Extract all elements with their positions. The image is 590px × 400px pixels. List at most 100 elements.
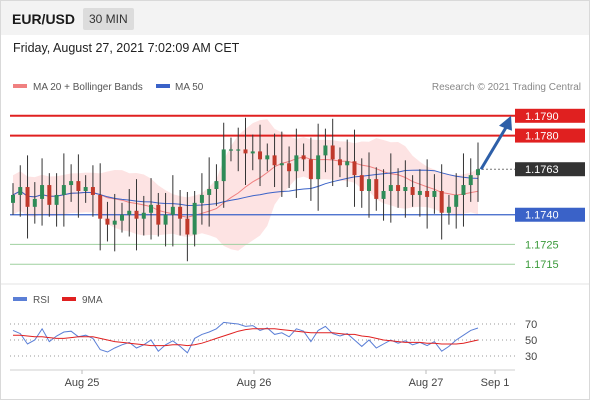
x-tick-label: Aug 27 — [409, 377, 444, 389]
candle-body — [192, 202, 197, 235]
candle-body — [32, 198, 37, 207]
candle-body — [301, 155, 306, 160]
candle — [170, 175, 175, 247]
candle-body — [446, 206, 451, 213]
candle-body — [374, 179, 379, 199]
candle-body — [236, 149, 241, 151]
candle-body — [11, 194, 15, 203]
candle-body — [323, 145, 328, 156]
candle-body — [83, 187, 88, 191]
level-label-1-1780: 1.1780 — [525, 131, 559, 143]
candle-body — [410, 187, 415, 195]
candle — [316, 123, 321, 211]
current-price-label: 1.1763 — [525, 164, 559, 176]
candle-body — [156, 204, 161, 225]
candle-body — [316, 155, 321, 180]
ma20-legend-label: MA 20 + Bollinger Bands — [33, 82, 143, 93]
rsi-line — [12, 321, 479, 354]
candle-body — [403, 187, 408, 191]
candle — [40, 158, 45, 226]
candle — [352, 129, 357, 207]
candle-body — [207, 189, 212, 195]
candle-body — [279, 163, 284, 166]
candle-body — [221, 149, 226, 182]
level-label-1-1715: 1.1715 — [525, 259, 559, 271]
rsi-legend-swatch — [13, 297, 27, 301]
candle-body — [69, 181, 74, 186]
candle-body — [47, 185, 52, 205]
rsi-tick-50: 50 — [525, 335, 537, 347]
candle-body — [294, 155, 299, 172]
x-tick-label: Sep 1 — [481, 377, 510, 389]
candle-body — [439, 190, 444, 213]
x-tick-label: Aug 25 — [65, 377, 100, 389]
candle-body — [468, 175, 473, 186]
rsi-panel: 30 50 70 — [10, 319, 537, 363]
level-label-1-1740: 1.1740 — [525, 210, 559, 222]
ma20-legend-swatch — [13, 84, 27, 88]
candle-body — [330, 145, 335, 160]
rsi-tick-30: 30 — [525, 351, 537, 363]
candle-body — [243, 149, 248, 154]
level-label-1-1725: 1.1725 — [525, 239, 559, 251]
candle-body — [345, 161, 350, 166]
candle-body — [228, 149, 233, 151]
rsi-legend-label: RSI — [33, 295, 50, 306]
candle-body — [185, 218, 190, 235]
candle-body — [149, 204, 154, 213]
level-label-1-1790: 1.1790 — [525, 111, 559, 123]
ma50-legend-swatch — [156, 84, 170, 88]
candle-body — [170, 206, 175, 215]
candle-body — [214, 181, 219, 190]
candle — [461, 153, 466, 227]
x-tick-label: Aug 26 — [237, 377, 272, 389]
candle-body — [337, 159, 342, 166]
ma50-legend-label: MA 50 — [175, 82, 204, 93]
candle-body — [265, 155, 270, 160]
forecast-arrow — [479, 115, 512, 170]
candle-body — [287, 163, 292, 172]
candle-body — [417, 190, 422, 195]
candle-body — [98, 194, 103, 219]
candle-body — [388, 185, 393, 191]
candle-body — [454, 194, 459, 207]
candle-body — [367, 179, 372, 191]
candle-body — [76, 181, 81, 191]
candle-body — [61, 185, 66, 195]
candle-body — [119, 214, 124, 221]
candle-body — [90, 187, 95, 195]
candle-body — [40, 185, 45, 199]
forecast-arrow-shaft — [479, 125, 509, 170]
candle-body — [352, 161, 357, 176]
candle — [25, 155, 30, 239]
candle-body — [54, 194, 59, 205]
candle-body — [258, 151, 263, 160]
candle-body — [141, 212, 146, 219]
rsi-ma-line — [13, 328, 479, 347]
candle-body — [199, 194, 204, 203]
price-chart: MA 20 + Bollinger Bands MA 50 Research ©… — [1, 82, 589, 389]
candle-body — [359, 175, 364, 191]
candle-body — [178, 206, 183, 219]
x-axis: Aug 25 Aug 26 Aug 27 Sep 1 — [65, 370, 510, 389]
candle-body — [134, 210, 139, 219]
candle-body — [105, 218, 110, 225]
candle-body — [381, 190, 386, 199]
rsi-tick-70: 70 — [525, 319, 537, 331]
candle-body — [396, 185, 401, 191]
candle-body — [250, 151, 255, 154]
candle-body — [476, 169, 480, 176]
candle-body — [127, 210, 132, 215]
candle-body — [163, 214, 168, 225]
candle — [61, 153, 66, 227]
candle-body — [425, 190, 430, 197]
candle-body — [112, 220, 117, 225]
candle-body — [432, 190, 437, 197]
candle-body — [18, 187, 23, 195]
rsi-ma-legend-label: 9MA — [82, 295, 103, 306]
candle-body — [461, 185, 466, 195]
candle-body — [272, 155, 277, 166]
rsi-ma-legend-swatch — [62, 297, 76, 301]
candle-body — [25, 187, 30, 207]
candle-body — [308, 159, 313, 180]
